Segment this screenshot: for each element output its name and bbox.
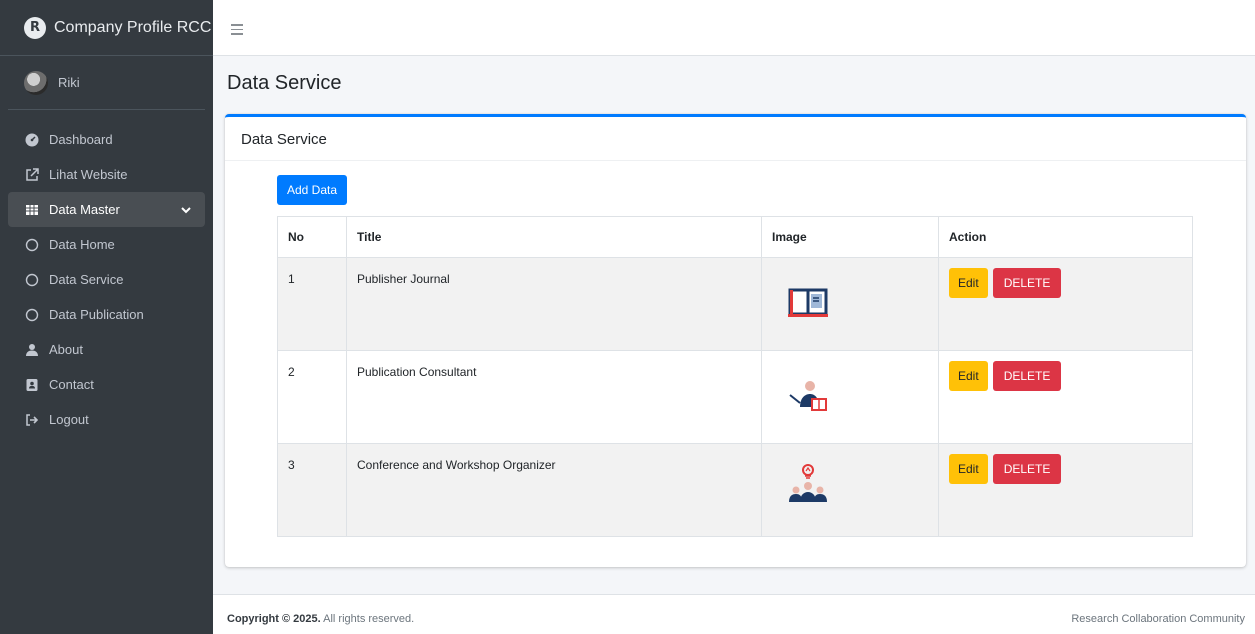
column-header-image: Image: [761, 216, 939, 258]
consultant-icon: [789, 381, 827, 411]
footer: Copyright © 2025. All rights reserved. R…: [213, 594, 1255, 634]
cell-no: 1: [277, 257, 347, 351]
sidebar-item-data-home[interactable]: Data Home: [8, 227, 205, 262]
circle-outline-icon: [24, 272, 39, 287]
cell-title: Conference and Workshop Organizer: [346, 443, 762, 537]
cell-action: Edit DELETE: [938, 257, 1193, 351]
circle-outline-icon: [24, 237, 39, 252]
edit-button[interactable]: Edit: [949, 361, 988, 391]
sidebar-item-label: Data Home: [49, 237, 115, 252]
sidebar-item-label: Lihat Website: [49, 167, 128, 182]
cell-title: Publisher Journal: [346, 257, 762, 351]
sidebar-item-label: Dashboard: [49, 132, 113, 147]
sidebar-item-label: Data Publication: [49, 307, 144, 322]
user-panel[interactable]: Riki: [8, 56, 205, 110]
column-header-action: Action: [938, 216, 1193, 258]
top-navbar: [213, 0, 1255, 56]
brand-link[interactable]: R Company Profile RCC: [0, 0, 213, 56]
circle-outline-icon: [24, 307, 39, 322]
cell-image: [761, 257, 939, 351]
footer-organization: Research Collaboration Community: [1071, 613, 1245, 625]
sidebar-item-lihat-website[interactable]: Lihat Website: [8, 157, 205, 192]
user-name: Riki: [58, 75, 80, 90]
cell-image: [761, 350, 939, 444]
sidebar-item-contact[interactable]: Contact: [8, 367, 205, 402]
card-title: Data Service: [241, 131, 327, 148]
sidebar-item-label: About: [49, 342, 83, 357]
data-service-card: Data Service Add Data No Title Image Act…: [225, 114, 1246, 567]
delete-button[interactable]: DELETE: [992, 361, 1062, 391]
sidebar-item-label: Data Service: [49, 272, 124, 287]
sidebar-item-label: Logout: [49, 412, 89, 427]
add-data-button[interactable]: Add Data: [277, 175, 348, 205]
footer-copyright: Copyright © 2025. All rights reserved.: [227, 613, 414, 625]
chevron-down-icon: [181, 206, 191, 213]
open-book-icon: [788, 288, 828, 317]
conference-icon: [789, 464, 827, 502]
sidebar-item-data-service[interactable]: Data Service: [8, 262, 205, 297]
cell-no: 3: [277, 443, 347, 537]
sidebar-item-about[interactable]: About: [8, 332, 205, 367]
service-table: No Title Image Action 1 Publisher Journa…: [277, 216, 1193, 537]
table-header-row: No Title Image Action: [277, 216, 1193, 258]
page-title: Data Service: [227, 72, 342, 94]
column-header-no: No: [277, 216, 347, 258]
cell-no: 2: [277, 350, 347, 444]
sidebar-nav: Dashboard Lihat Website Data Master Data…: [0, 110, 213, 437]
table-row: 1 Publisher Journal Edit DELETE: [277, 257, 1193, 351]
user-icon: [24, 342, 39, 357]
delete-button[interactable]: DELETE: [992, 454, 1062, 484]
delete-button[interactable]: DELETE: [992, 268, 1062, 298]
tachometer-icon: [24, 132, 39, 147]
column-header-title: Title: [346, 216, 762, 258]
cell-title: Publication Consultant: [346, 350, 762, 444]
sidebar-item-label: Contact: [49, 377, 94, 392]
address-card-icon: [24, 377, 39, 392]
sidebar-item-data-publication[interactable]: Data Publication: [8, 297, 205, 332]
sidebar-item-logout[interactable]: Logout: [8, 402, 205, 437]
sidebar-item-data-master[interactable]: Data Master: [8, 192, 205, 227]
hamburger-menu-icon[interactable]: [231, 24, 243, 38]
edit-button[interactable]: Edit: [949, 454, 988, 484]
cell-image: [761, 443, 939, 537]
edit-button[interactable]: Edit: [949, 268, 988, 298]
rcc-logo-icon: R: [24, 16, 46, 39]
table-icon: [24, 202, 39, 217]
sidebar-item-label: Data Master: [49, 202, 120, 217]
card-divider: [225, 160, 1246, 161]
table-row: 2 Publication Consultant Edit DELETE: [277, 350, 1193, 444]
external-link-icon: [24, 167, 39, 182]
copyright-text: Copyright © 2025.: [227, 613, 321, 625]
avatar: [24, 70, 48, 95]
sidebar: R Company Profile RCC Riki Dashboard Lih…: [0, 0, 213, 634]
cell-action: Edit DELETE: [938, 443, 1193, 537]
sign-out-icon: [24, 412, 39, 427]
cell-action: Edit DELETE: [938, 350, 1193, 444]
rights-text: All rights reserved.: [320, 613, 415, 625]
sidebar-item-dashboard[interactable]: Dashboard: [8, 122, 205, 157]
table-row: 3 Conference and Workshop Organizer Edit…: [277, 443, 1193, 537]
brand-name: Company Profile RCC: [54, 18, 212, 36]
